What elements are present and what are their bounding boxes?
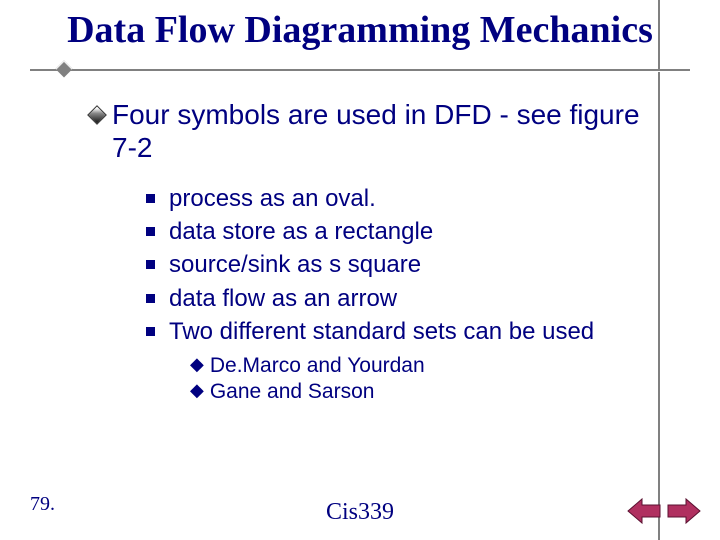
level2-text: source/sink as s square xyxy=(169,249,421,280)
footer-label: Cis339 xyxy=(326,499,394,526)
list-item: ◆ De.Marco and Yourdan xyxy=(190,353,660,379)
next-button[interactable] xyxy=(666,496,702,526)
slide: Data Flow Diagramming Mechanics Four sym… xyxy=(0,0,720,540)
level1-text: Four symbols are used in DFD - see figur… xyxy=(112,98,660,165)
list-item: data flow as an arrow xyxy=(146,283,660,314)
level2-text: data store as a rectangle xyxy=(169,216,433,247)
list-item: source/sink as s square xyxy=(146,249,660,280)
bullet-level1: Four symbols are used in DFD - see figur… xyxy=(90,98,660,165)
arrow-bullet-icon: ◆ xyxy=(190,353,204,376)
square-bullet-icon xyxy=(146,227,155,236)
level2-text: Two different standard sets can be used xyxy=(169,316,594,347)
vertical-divider xyxy=(658,0,660,540)
arrow-right-icon xyxy=(666,496,702,526)
level3-list: ◆ De.Marco and Yourdan ◆ Gane and Sarson xyxy=(190,353,660,406)
level3-text: Gane and Sarson xyxy=(210,379,375,405)
content-area: Four symbols are used in DFD - see figur… xyxy=(0,98,720,406)
square-bullet-icon xyxy=(146,194,155,203)
square-bullet-icon xyxy=(146,260,155,269)
prev-button[interactable] xyxy=(626,496,662,526)
level2-list: process as an oval. data store as a rect… xyxy=(146,183,660,347)
level2-text: process as an oval. xyxy=(169,183,376,214)
divider-ornament-icon xyxy=(56,60,73,77)
page-number: 79. xyxy=(30,493,55,516)
square-bullet-icon xyxy=(146,294,155,303)
divider-line xyxy=(30,69,690,71)
list-item: ◆ Gane and Sarson xyxy=(190,379,660,405)
arrow-left-icon xyxy=(626,496,662,526)
square-bullet-icon xyxy=(146,327,155,336)
slide-title: Data Flow Diagramming Mechanics xyxy=(0,0,720,60)
list-item: data store as a rectangle xyxy=(146,216,660,247)
nav-controls xyxy=(626,496,702,526)
title-divider xyxy=(30,60,690,78)
list-item: process as an oval. xyxy=(146,183,660,214)
level3-text: De.Marco and Yourdan xyxy=(210,353,425,379)
level2-text: data flow as an arrow xyxy=(169,283,397,314)
diamond-bullet-icon xyxy=(90,108,104,122)
arrow-bullet-icon: ◆ xyxy=(190,379,204,402)
list-item: Two different standard sets can be used xyxy=(146,316,660,347)
